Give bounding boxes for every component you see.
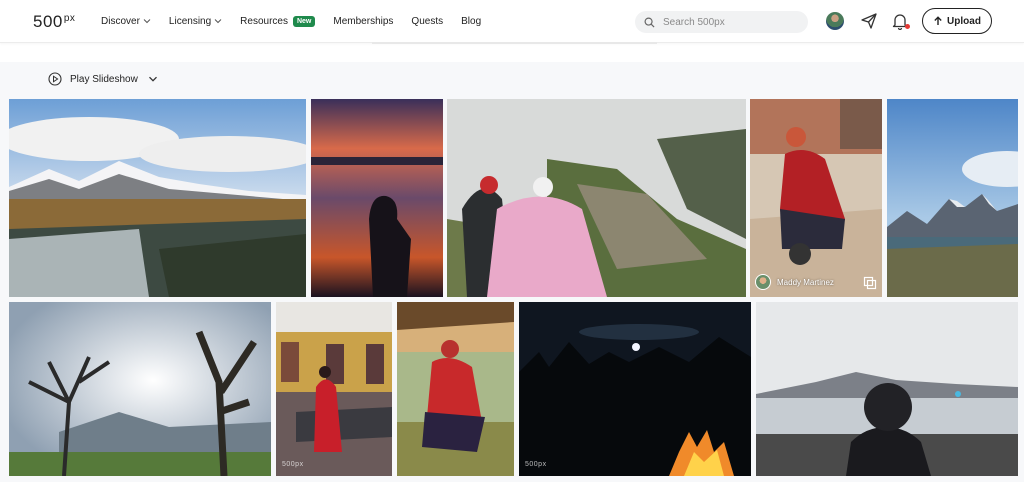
search-icon	[644, 17, 655, 28]
photo-bare-tree	[9, 302, 271, 476]
photo-weaving-woman	[750, 99, 882, 297]
nav-label: Resources	[240, 15, 288, 27]
upload-label: Upload	[947, 15, 981, 27]
photo-torres-del-paine	[887, 99, 1018, 297]
photo-beanie-lake	[756, 302, 1018, 476]
upload-arrow-icon	[934, 16, 942, 25]
search-input[interactable]	[661, 15, 795, 29]
slideshow-bar: Play Slideshow	[0, 62, 1024, 98]
watermark: 500px	[282, 461, 304, 468]
photo-night-campfire	[519, 302, 751, 476]
nav-label: Discover	[101, 15, 140, 27]
nav-resources[interactable]: Resources New	[240, 15, 316, 27]
add-to-gallery-icon[interactable]	[863, 276, 877, 290]
nav-label: Blog	[461, 15, 482, 27]
author-name: Maddy Martinez	[777, 277, 834, 287]
photo-card[interactable]	[887, 99, 1018, 297]
upload-button[interactable]: Upload	[922, 8, 992, 34]
photo-spinning-yarn	[397, 302, 514, 476]
nav-quests[interactable]: Quests	[411, 16, 443, 27]
photo-card[interactable]	[9, 302, 271, 476]
photo-sunset	[311, 99, 443, 297]
nav-licensing[interactable]: Licensing	[169, 16, 222, 27]
chevron-down-icon	[214, 19, 222, 24]
photo-card[interactable]	[447, 99, 746, 297]
photo-card[interactable]	[756, 302, 1018, 476]
notification-dot	[905, 24, 910, 29]
photo-card[interactable]: Maddy Martinez	[750, 99, 882, 297]
chevron-down-icon	[143, 19, 151, 24]
new-badge: New	[292, 15, 316, 27]
photo-gallery: Maddy Martinez 500px 500px	[0, 98, 1024, 482]
play-circle-icon	[48, 72, 62, 86]
chevron-down-icon[interactable]	[148, 74, 158, 84]
photo-author[interactable]: Maddy Martinez	[755, 274, 834, 290]
nav-blog[interactable]: Blog	[461, 16, 481, 27]
avatar[interactable]	[826, 12, 844, 30]
slideshow-label: Play Slideshow	[70, 73, 138, 85]
nav-discover[interactable]: Discover	[101, 16, 151, 27]
nav-memberships[interactable]: Memberships	[333, 16, 393, 27]
photo-card[interactable]: 500px	[519, 302, 751, 476]
play-slideshow-button[interactable]: Play Slideshow	[48, 72, 158, 86]
watermark: 500px	[525, 461, 547, 468]
main-nav: Discover Licensing Resources New Members…	[101, 0, 499, 42]
author-avatar	[755, 274, 771, 290]
photo-card[interactable]: 500px	[276, 302, 392, 476]
nav-label: Licensing	[168, 15, 212, 27]
top-navigation-bar: 500px Discover Licensing Resources New M…	[0, 0, 1024, 43]
send-icon[interactable]	[860, 12, 878, 30]
photo-market-woman	[276, 302, 392, 476]
photo-card[interactable]	[397, 302, 514, 476]
logo[interactable]: 500px	[33, 12, 75, 32]
divider	[372, 42, 657, 44]
search-bar[interactable]	[635, 11, 808, 33]
logo-text: 500	[33, 12, 63, 31]
photo-card[interactable]	[311, 99, 443, 297]
photo-machu-picchu	[447, 99, 746, 297]
logo-sup: px	[63, 13, 76, 24]
photo-card[interactable]	[9, 99, 306, 297]
photo-mountains	[9, 99, 306, 297]
nav-label: Quests	[411, 15, 444, 27]
nav-label: Memberships	[333, 15, 394, 27]
